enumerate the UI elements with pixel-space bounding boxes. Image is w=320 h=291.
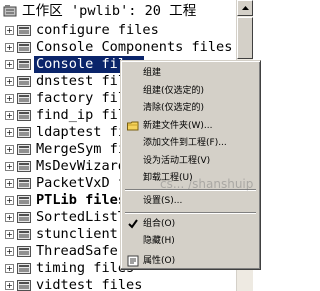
expand-toggle[interactable]: + — [5, 247, 14, 256]
menu-item-properties[interactable]: 属性(O) — [124, 252, 257, 270]
expand-toggle[interactable]: + — [5, 128, 14, 137]
project-folder-icon — [17, 143, 31, 155]
project-folder-icon — [17, 262, 31, 274]
workspace-window: 工作区 'pwlib': 20 工程 + configure files + C… — [0, 0, 311, 291]
expand-toggle[interactable]: + — [5, 162, 14, 171]
context-menu: 组建 组建(仅选定的) 清除(仅选定的) 新建文件夹(W)... 添加文件到工程… — [120, 60, 261, 260]
project-label: vidtest files — [36, 277, 143, 291]
menu-item-build[interactable]: 组建 — [124, 64, 257, 82]
expand-toggle[interactable]: + — [5, 145, 14, 154]
checkmark-icon — [127, 218, 139, 230]
project-folder-icon — [17, 228, 31, 240]
menu-separator — [125, 212, 256, 214]
project-folder-icon — [17, 92, 31, 104]
properties-icon — [127, 255, 139, 267]
expand-toggle[interactable]: + — [5, 281, 14, 290]
menu-item-add-files[interactable]: 添加文件到工程(F)... — [124, 134, 257, 152]
expand-toggle[interactable]: + — [5, 196, 14, 205]
project-folder-icon — [17, 58, 31, 70]
project-label: PTLib files — [36, 192, 127, 208]
expand-toggle[interactable]: + — [5, 60, 14, 69]
workspace-root-label: 工作区 'pwlib': 20 工程 — [22, 3, 197, 19]
project-folder-icon — [17, 194, 31, 206]
menu-item-docking[interactable]: 组合(O) — [124, 215, 257, 233]
scroll-thumb[interactable] — [237, 17, 253, 59]
project-folder-icon — [17, 211, 31, 223]
project-folder-icon — [17, 160, 31, 172]
project-folder-icon — [17, 177, 31, 189]
watermark: cs... /shanshuip — [160, 177, 254, 191]
expand-toggle[interactable]: + — [5, 94, 14, 103]
scroll-up-button[interactable] — [237, 0, 253, 16]
arrow-up-icon — [242, 6, 249, 10]
menu-item-new-folder[interactable]: 新建文件夹(W)... — [124, 117, 257, 135]
expand-toggle[interactable]: + — [5, 213, 14, 222]
project-folder-icon — [17, 279, 31, 291]
expand-toggle[interactable]: + — [5, 111, 14, 120]
project-folder-icon — [17, 41, 31, 53]
workspace-icon — [3, 5, 17, 17]
expand-toggle[interactable]: + — [5, 179, 14, 188]
project-folder-icon — [17, 24, 31, 36]
new-folder-icon — [127, 120, 139, 132]
menu-item-hide[interactable]: 隐藏(H) — [124, 232, 257, 250]
expand-toggle[interactable]: + — [5, 230, 14, 239]
menu-item-set-active[interactable]: 设为活动工程(V) — [124, 152, 257, 170]
project-folder-icon — [17, 75, 31, 87]
expand-toggle[interactable]: + — [5, 77, 14, 86]
project-label: configure files — [36, 22, 159, 38]
project-folder-icon — [17, 126, 31, 138]
editor-pane — [253, 0, 311, 291]
expand-toggle[interactable]: + — [5, 26, 14, 35]
project-folder-icon — [17, 109, 31, 121]
menu-item-clean-selected[interactable]: 清除(仅选定的) — [124, 99, 257, 117]
menu-item-settings[interactable]: 设置(S)... — [124, 192, 257, 210]
project-label: Console Components files — [36, 39, 233, 55]
project-folder-icon — [17, 245, 31, 257]
menu-item-build-selected[interactable]: 组建(仅选定的) — [124, 82, 257, 100]
expand-toggle[interactable]: + — [5, 43, 14, 52]
expand-toggle[interactable]: + — [5, 264, 14, 273]
context-menu-tail: 属性(O) — [120, 252, 261, 270]
